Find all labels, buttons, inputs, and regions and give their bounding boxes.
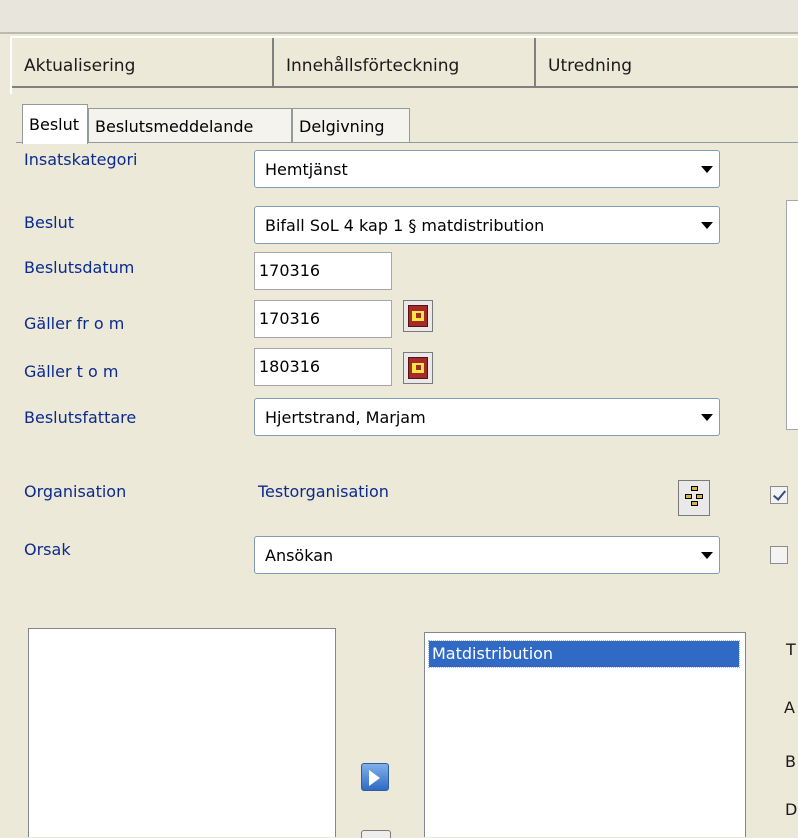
main-tab-bar: Aktualisering Innehållsförteckning Utred… (10, 36, 798, 94)
right-label-cut-3: B (785, 752, 796, 771)
chevron-down-icon (701, 552, 713, 559)
beslutsdatum-input[interactable]: 170316 (254, 252, 392, 290)
beslutsfattare-select[interactable]: Hjertstrand, Marjam (254, 398, 720, 436)
window-top-strip (0, 0, 798, 34)
galler-from-label: Gäller fr o m (24, 314, 125, 333)
chevron-down-icon (701, 414, 713, 421)
galler-tom-value: 180316 (259, 357, 321, 376)
insatskategori-label: Insatskategori (24, 150, 138, 169)
beslutsdatum-label: Beslutsdatum (24, 258, 135, 277)
tab-aktualisering[interactable]: Aktualisering (12, 38, 274, 88)
checkbox-1[interactable] (770, 486, 788, 504)
organisation-tree-button[interactable] (678, 480, 710, 516)
insatskategori-select[interactable]: Hemtjänst (254, 150, 720, 188)
beslut-select[interactable]: Bifall SoL 4 kap 1 § matdistribution (254, 206, 720, 244)
insatskategori-value: Hemtjänst (265, 160, 348, 179)
move-right-button[interactable] (361, 763, 389, 791)
orsak-select[interactable]: Ansökan (254, 536, 720, 574)
tab-delgivning[interactable]: Delgivning (292, 108, 410, 142)
check-icon (772, 487, 787, 501)
tab-beslut[interactable]: Beslut (22, 104, 88, 144)
calendar-icon (408, 305, 428, 327)
right-panel-edge (786, 200, 798, 430)
organisation-label: Organisation (24, 482, 127, 501)
orsak-label: Orsak (24, 540, 71, 559)
beslutsfattare-value: Hjertstrand, Marjam (265, 408, 426, 427)
beslut-label: Beslut (24, 213, 75, 232)
galler-from-value: 170316 (259, 309, 321, 328)
calendar-icon (408, 357, 428, 379)
selected-list[interactable]: Matdistribution (424, 632, 746, 837)
organisation-value: Testorganisation (258, 482, 389, 501)
beslut-value: Bifall SoL 4 kap 1 § matdistribution (265, 216, 545, 235)
right-label-cut-2: A (784, 698, 795, 717)
chevron-down-icon (701, 222, 713, 229)
arrow-right-icon (369, 770, 380, 786)
list-item-selected[interactable]: Matdistribution (428, 640, 740, 668)
chevron-down-icon (701, 166, 713, 173)
tab-innehallsforteckning[interactable]: Innehållsförteckning (274, 38, 536, 88)
galler-tom-calendar-button[interactable] (403, 352, 433, 384)
orsak-value: Ansökan (265, 546, 334, 565)
checkbox-2[interactable] (770, 546, 788, 564)
galler-tom-label: Gäller t o m (24, 362, 119, 381)
beslutsdatum-value: 170316 (259, 261, 321, 280)
right-label-cut-4: D (785, 800, 798, 819)
galler-from-calendar-button[interactable] (403, 300, 433, 332)
tab-utredning[interactable]: Utredning (536, 38, 798, 88)
galler-tom-input[interactable]: 180316 (254, 348, 392, 386)
tab-beslutsmeddelande[interactable]: Beslutsmeddelande (88, 108, 292, 142)
available-list[interactable] (28, 628, 336, 837)
org-tree-icon (685, 486, 705, 506)
right-label-cut-1: T (786, 640, 796, 659)
galler-from-input[interactable]: 170316 (254, 300, 392, 338)
beslutsfattare-label: Beslutsfattare (24, 408, 137, 427)
